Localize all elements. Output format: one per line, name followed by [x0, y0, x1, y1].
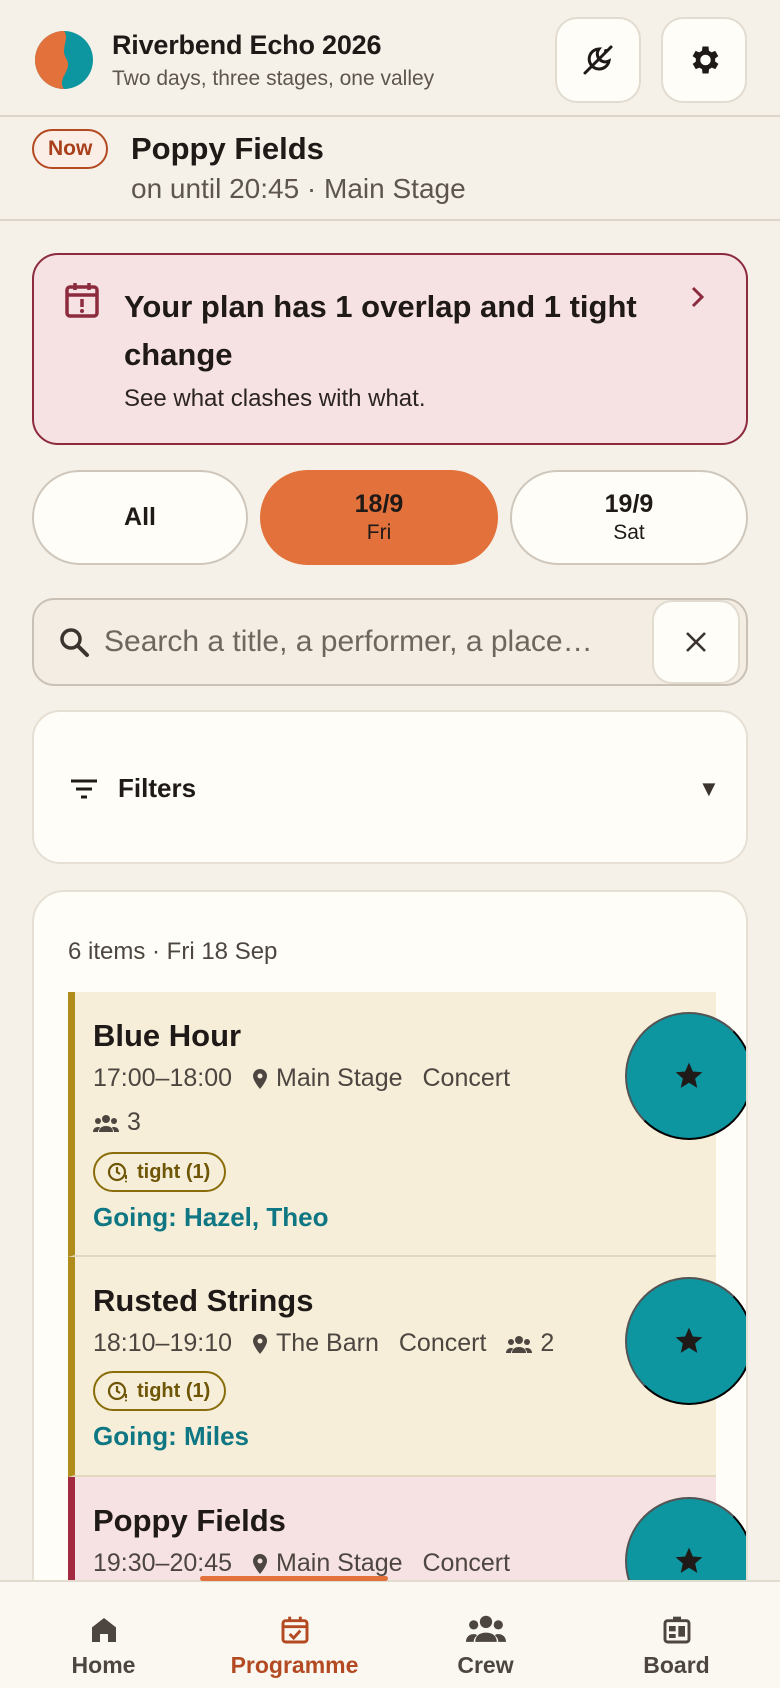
now-subtitle: on until 20:45 · Main Stage	[131, 173, 466, 204]
now-playing-bar[interactable]: Now Poppy Fields on until 20:45 · Main S…	[0, 117, 780, 221]
people-icon	[506, 1335, 533, 1353]
star-icon	[675, 1062, 703, 1088]
app-header: Riverbend Echo 2026 Two days, three stag…	[0, 0, 780, 117]
event-item[interactable]: Rusted Strings 18:10–19:10 The Barn Conc…	[68, 1257, 746, 1477]
title-block: Riverbend Echo 2026 Two days, three stag…	[112, 30, 434, 91]
clock-alert-icon	[107, 1381, 127, 1402]
filters-panel[interactable]: Filters ▼	[32, 710, 748, 864]
settings-button[interactable]	[661, 17, 747, 103]
event-type: Concert	[398, 1329, 487, 1357]
clock-alert-icon	[107, 1162, 127, 1183]
gear-icon	[692, 46, 719, 74]
location-pin-icon	[253, 1068, 268, 1089]
event-time: 17:00–18:00	[93, 1064, 233, 1092]
nav-label: Programme	[230, 1652, 359, 1678]
location-pin-icon	[253, 1333, 268, 1354]
tight-change-badge: tight (1)	[93, 1152, 227, 1192]
event-crew: 3	[93, 1108, 141, 1137]
star-icon	[675, 1327, 703, 1353]
day-tab-fri[interactable]: 18/9 Fri	[260, 470, 498, 565]
event-place: Main Stage	[276, 1064, 403, 1092]
favorite-button[interactable]	[625, 1012, 746, 1140]
event-list: 6 items · Fri 18 Sep Blue Hour 17:00–18:…	[32, 890, 748, 1688]
people-icon	[465, 1615, 506, 1642]
event-title: Rusted Strings	[93, 1283, 314, 1318]
app-title: Riverbend Echo 2026	[112, 30, 382, 60]
nav-label: Board	[643, 1652, 710, 1678]
alert-title: Your plan has 1 overlap and 1 tight chan…	[124, 289, 637, 372]
event-item[interactable]: Blue Hour 17:00–18:00 Main Stage Concert…	[68, 992, 746, 1257]
nav-label: Home	[71, 1652, 136, 1678]
search-icon	[60, 628, 89, 657]
event-meta: 18:10–19:10 The Barn Concert 2	[93, 1329, 554, 1358]
people-icon	[93, 1114, 119, 1132]
day-tab-all[interactable]: All	[32, 470, 248, 565]
going-list: Going: Miles	[93, 1421, 249, 1451]
nav-board[interactable]: Board	[579, 1582, 774, 1688]
day-tab-sublabel: Sat	[613, 521, 645, 544]
event-title: Blue Hour	[93, 1018, 242, 1053]
day-tab-sublabel: Fri	[366, 521, 392, 544]
nav-home[interactable]: Home	[6, 1582, 201, 1688]
nav-programme[interactable]: Programme	[197, 1582, 392, 1688]
list-summary: 6 items · Fri 18 Sep	[68, 938, 278, 965]
tight-badge-label: tight (1)	[137, 1160, 211, 1183]
clear-search-button[interactable]	[652, 600, 740, 684]
app-subtitle: Two days, three stages, one valley	[112, 67, 435, 90]
close-icon	[686, 632, 706, 652]
search-input[interactable]	[104, 616, 644, 668]
event-place: Main Stage	[276, 1549, 403, 1577]
now-title: Poppy Fields	[131, 131, 324, 166]
event-title: Poppy Fields	[93, 1503, 286, 1538]
now-badge: Now	[32, 129, 109, 169]
event-time: 18:10–19:10	[93, 1329, 233, 1357]
caret-down-icon: ▼	[698, 776, 720, 801]
event-meta: 19:30–20:45 Main Stage Concert	[93, 1549, 510, 1578]
event-time: 19:30–20:45	[93, 1549, 233, 1577]
event-type: Concert	[422, 1064, 511, 1092]
chevron-right-icon	[691, 286, 705, 308]
location-pin-icon	[253, 1553, 268, 1574]
filters-label: Filters	[118, 773, 197, 803]
day-tab-label: All	[124, 503, 156, 531]
tight-badge-label: tight (1)	[137, 1379, 211, 1402]
board-icon	[663, 1616, 690, 1644]
favorite-button[interactable]	[625, 1277, 746, 1405]
theme-toggle-button[interactable]	[555, 17, 641, 103]
day-tab-label: 19/9	[604, 490, 654, 518]
calendar-alert-icon	[65, 283, 99, 318]
alert-subtitle: See what clashes with what.	[124, 385, 426, 412]
bottom-nav: Home Programme Crew Board	[0, 1576, 780, 1688]
event-crew-count: 3	[127, 1108, 141, 1136]
day-tab-label: 18/9	[354, 490, 404, 518]
clash-alert-card[interactable]: Your plan has 1 overlap and 1 tight chan…	[32, 253, 748, 445]
tight-change-badge: tight (1)	[93, 1371, 227, 1411]
active-tab-indicator	[200, 1576, 388, 1581]
going-list: Going: Hazel, Theo	[93, 1202, 329, 1232]
event-type: Concert	[422, 1549, 511, 1577]
filter-icon	[71, 779, 97, 799]
calendar-check-icon	[281, 1616, 308, 1644]
event-meta: 17:00–18:00 Main Stage Concert	[93, 1064, 510, 1093]
event-place: The Barn	[276, 1329, 379, 1357]
search-bar	[32, 598, 748, 686]
day-tab-sat[interactable]: 19/9 Sat	[510, 470, 748, 565]
home-icon	[91, 1618, 116, 1642]
app-logo	[35, 31, 93, 89]
theme-toggle-icon	[583, 45, 613, 75]
event-crew-count: 2	[540, 1329, 555, 1357]
nav-label: Crew	[457, 1652, 514, 1678]
star-icon	[675, 1547, 703, 1573]
nav-crew[interactable]: Crew	[388, 1582, 583, 1688]
